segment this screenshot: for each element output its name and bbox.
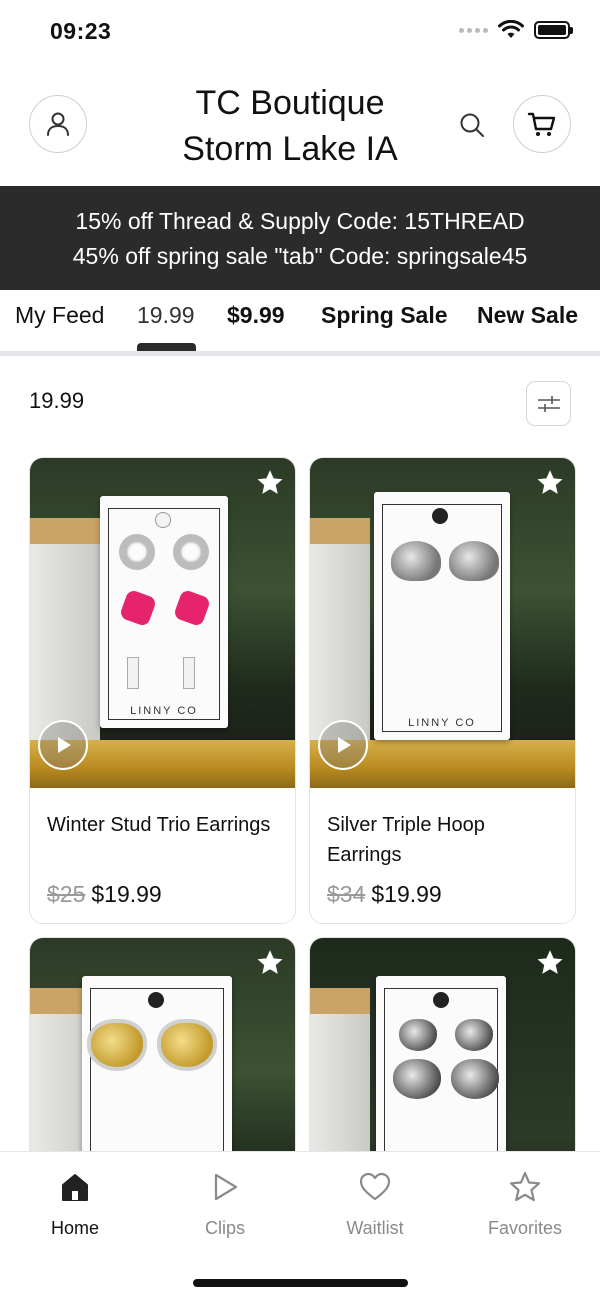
filter-button[interactable] [526,381,571,426]
product-price: $34 $19.99 [327,881,442,908]
header: TC Boutique Storm Lake IA [0,66,600,186]
search-button[interactable] [455,108,489,142]
wifi-icon [498,20,524,38]
tab-19-99[interactable]: 19.99 [137,302,195,329]
nav-waitlist[interactable]: Waitlist [300,1170,450,1239]
heart-icon [359,1172,391,1201]
store-title: TC Boutique Storm Lake IA [160,80,420,172]
status-icons [459,20,573,40]
status-time: 09:23 [50,18,112,44]
product-card[interactable]: LINNY CO Silver Triple Hoop Earrings $34… [309,457,576,924]
store-title-line2: Storm Lake IA [182,130,398,168]
cart-icon [527,112,556,136]
nav-clips-label: Clips [204,1218,245,1238]
sale-price: $19.99 [371,881,442,907]
play-video-icon[interactable] [38,720,88,770]
favorite-star-icon[interactable] [255,468,285,498]
nav-waitlist-label: Waitlist [346,1218,404,1238]
profile-button[interactable] [29,95,87,153]
person-icon [47,112,69,136]
product-brand-mark: LINNY CO [383,717,501,729]
nav-clips[interactable]: Clips [150,1170,300,1239]
signal-icon [459,27,488,33]
promo-line-2: 45% off spring sale "tab" Code: springsa… [72,243,528,269]
home-icon [62,1174,88,1201]
product-image[interactable]: LINNY CO [310,458,575,788]
nav-home-label: Home [50,1218,99,1238]
tab-spring-sale[interactable]: Spring Sale [321,302,448,329]
cart-button[interactable] [513,95,571,153]
tab-new-sale[interactable]: New Sale [477,302,578,329]
home-indicator [193,1279,408,1287]
tab-my-feed[interactable]: My Feed [15,302,104,329]
product-card[interactable]: LINNY CO Winter Stud Trio Earrings $25 $1… [29,457,296,924]
store-title-line1: TC Boutique [195,84,385,122]
nav-home[interactable]: Home [0,1170,150,1239]
bottom-navigation: Home Clips Waitlist Favorites [0,1151,600,1299]
sliders-icon [537,395,560,412]
favorite-star-icon[interactable] [255,948,285,978]
product-name[interactable]: Silver Triple Hoop Earrings [327,810,557,870]
product-image[interactable]: LINNY CO [30,458,295,788]
nav-favorites-label: Favorites [487,1218,563,1238]
category-tabs: My Feed 19.99 $9.99 Spring Sale New Sale [0,290,600,356]
search-icon [460,113,484,137]
sale-price: $19.99 [91,881,162,907]
favorite-star-icon[interactable] [535,468,565,498]
product-price: $25 $19.99 [47,881,162,908]
status-bar: 09:23 [0,0,600,66]
promo-line-1: 15% off Thread & Supply Code: 15THREAD [75,208,525,234]
active-tab-indicator [137,343,196,351]
star-icon [509,1171,541,1202]
battery-icon [534,21,573,39]
product-brand-mark: LINNY CO [109,705,219,717]
tab-9-99[interactable]: $9.99 [227,302,285,329]
promo-banner: 15% off Thread & Supply Code: 15THREAD 4… [0,186,600,290]
section-title: 19.99 [29,388,85,413]
original-price: $25 [47,881,86,907]
nav-favorites[interactable]: Favorites [450,1170,600,1239]
play-video-icon[interactable] [318,720,368,770]
product-name[interactable]: Winter Stud Trio Earrings [47,810,277,840]
original-price: $34 [327,881,366,907]
play-icon [214,1173,238,1201]
favorite-star-icon[interactable] [535,948,565,978]
